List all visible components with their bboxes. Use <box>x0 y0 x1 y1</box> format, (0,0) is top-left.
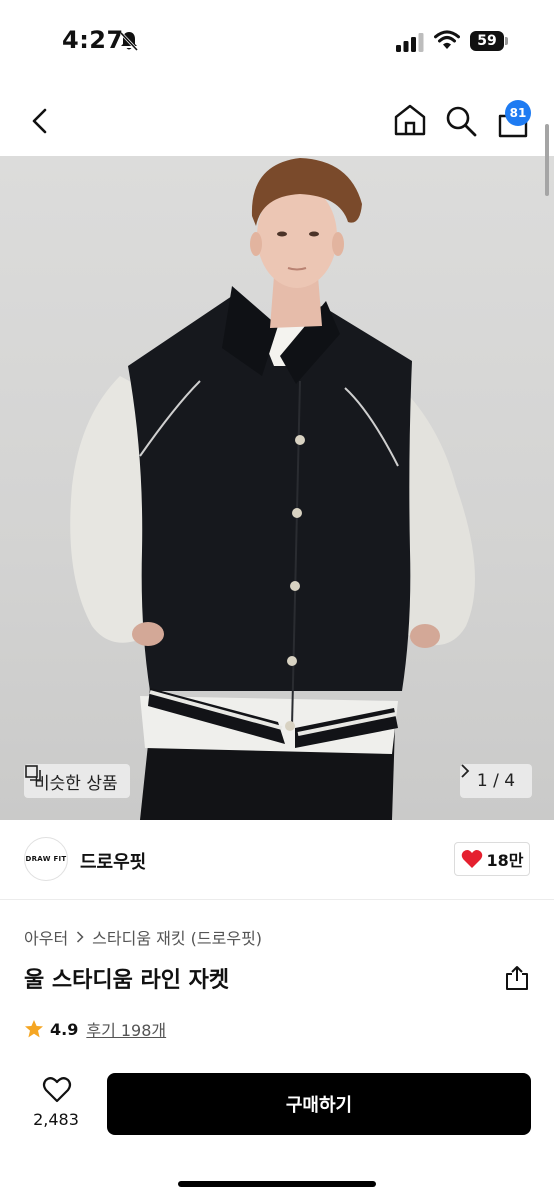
brand-row[interactable]: DRAW FIT 드로우핏 18만 <box>0 820 554 900</box>
page-indicator-text: 1 / 4 <box>476 771 516 791</box>
bottom-action-bar: 2,483 구매하기 <box>0 1060 554 1200</box>
brand-like-button[interactable]: 18만 <box>454 842 530 876</box>
chevron-right-icon <box>77 931 84 943</box>
buy-button-label: 구매하기 <box>285 1095 353 1116</box>
home-indicator[interactable] <box>178 1181 376 1187</box>
similar-products-button[interactable]: 비슷한 상품 <box>24 764 130 798</box>
product-title: 울 스타디움 라인 자켓 <box>24 968 230 993</box>
status-bar: 4:27 59 <box>0 0 554 86</box>
home-icon[interactable] <box>392 102 428 138</box>
status-time: 4:27 <box>62 26 124 54</box>
cart-badge: 81 <box>505 100 531 126</box>
share-icon[interactable] <box>504 964 530 992</box>
rating-row: 4.9 후기 198개 <box>24 1017 166 1041</box>
wishlist-count: 2,483 <box>33 1110 79 1129</box>
image-page-indicator[interactable]: 1 / 4 <box>460 764 532 798</box>
heart-fill-icon <box>461 850 482 868</box>
nav-bar <box>0 86 554 156</box>
wishlist-button[interactable]: 2,483 <box>24 1076 88 1136</box>
brand-logo-text: DRAW FIT <box>25 855 67 863</box>
wifi-icon <box>434 30 460 49</box>
breadcrumb-subcategory[interactable]: 스타디움 재킷 (드로우핏) <box>92 925 262 949</box>
chevron-right-icon <box>461 764 470 778</box>
breadcrumb-category[interactable]: 아우터 <box>24 925 68 949</box>
heart-outline-icon <box>42 1077 72 1103</box>
bell-slash-icon <box>119 31 139 52</box>
star-icon <box>25 1020 43 1038</box>
product-image[interactable]: 비슷한 상품 1 / 4 <box>0 156 554 820</box>
brand-name[interactable]: 드로우핏 <box>80 848 146 874</box>
similar-products-icon <box>25 765 41 781</box>
brand-like-count: 18만 <box>486 851 524 870</box>
battery-icon: 59 <box>470 31 508 51</box>
scrollbar[interactable] <box>545 124 549 196</box>
battery-level: 59 <box>477 33 497 49</box>
breadcrumb: 아우터 스타디움 재킷 (드로우핏) <box>24 925 262 949</box>
review-count-link[interactable]: 후기 198개 <box>86 1017 166 1041</box>
signal-icon <box>396 33 424 52</box>
search-icon[interactable] <box>444 104 478 138</box>
rating-value: 4.9 <box>50 1019 79 1039</box>
product-photo <box>70 158 475 820</box>
back-icon[interactable] <box>26 106 54 136</box>
similar-products-label: 비슷한 상품 <box>34 773 118 794</box>
brand-logo[interactable]: DRAW FIT <box>24 837 68 881</box>
buy-button[interactable]: 구매하기 <box>107 1073 531 1135</box>
